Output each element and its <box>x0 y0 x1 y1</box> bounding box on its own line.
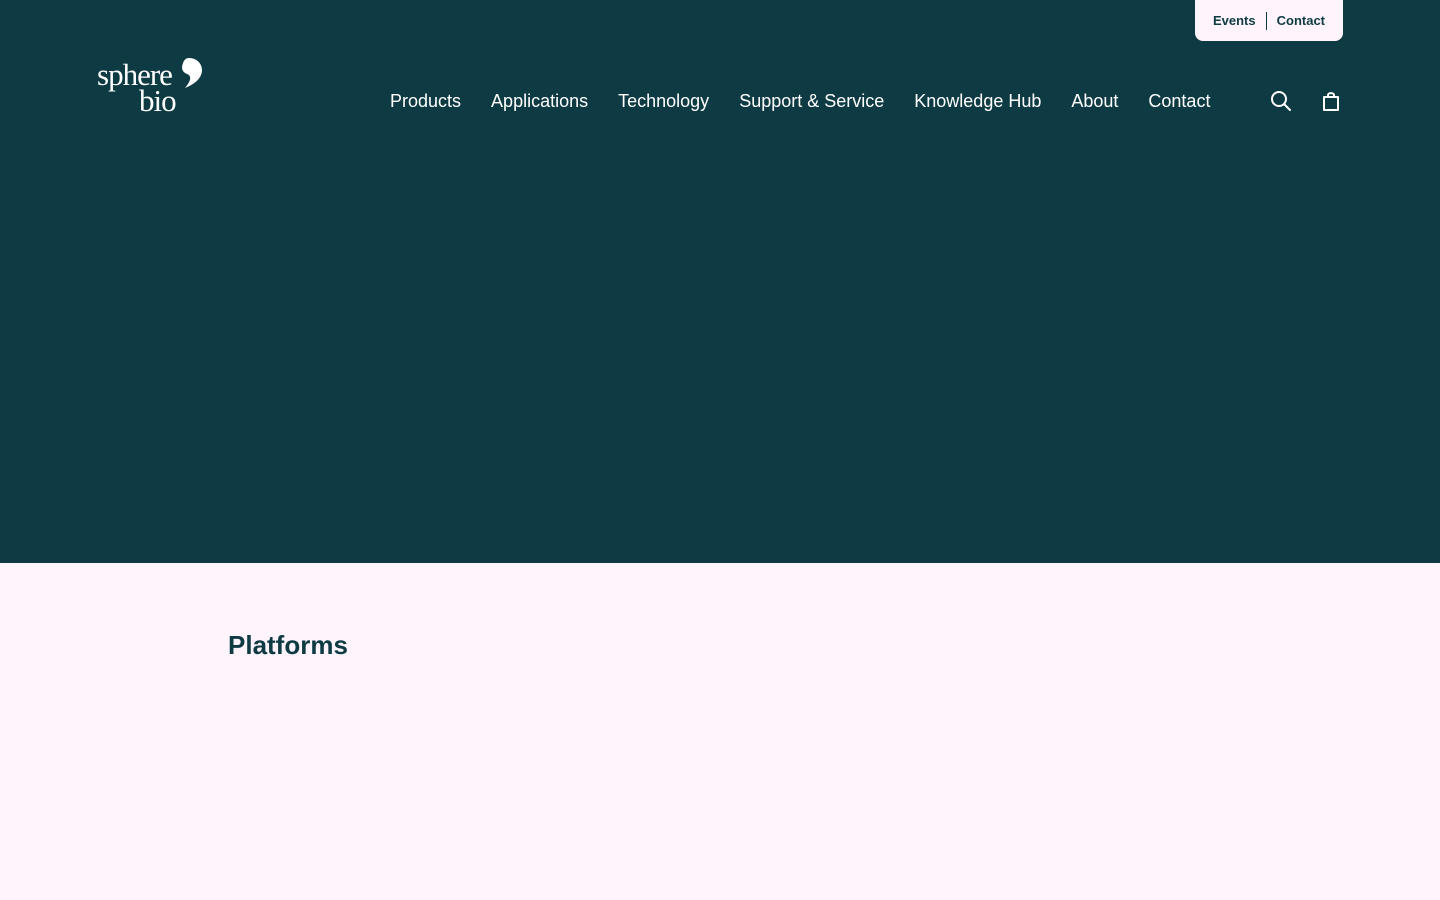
cart-button[interactable] <box>1318 88 1344 114</box>
nav-item-knowledge-hub[interactable]: Knowledge Hub <box>914 91 1041 112</box>
nav-item-about[interactable]: About <box>1071 91 1118 112</box>
main-nav: Products Applications Technology Support… <box>390 86 1210 116</box>
search-icon <box>1271 91 1291 111</box>
utility-nav: Events Contact <box>1195 0 1343 41</box>
section-title-platforms: Platforms <box>228 630 348 660</box>
search-button[interactable] <box>1268 88 1294 114</box>
hero-banner: Events Contact sphere bio Products Appli… <box>0 0 1440 563</box>
utility-link-contact[interactable]: Contact <box>1267 13 1335 28</box>
logo-word-bio: bio <box>139 83 177 118</box>
nav-item-products[interactable]: Products <box>390 91 461 112</box>
nav-item-contact[interactable]: Contact <box>1148 91 1210 112</box>
nav-item-support-service[interactable]: Support & Service <box>739 91 884 112</box>
logo-droplet-icon <box>182 58 202 88</box>
utility-link-events[interactable]: Events <box>1203 13 1266 28</box>
nav-item-applications[interactable]: Applications <box>491 91 588 112</box>
shopping-bag-icon <box>1323 92 1339 111</box>
nav-item-technology[interactable]: Technology <box>618 91 709 112</box>
site-logo[interactable]: sphere bio <box>97 56 207 122</box>
